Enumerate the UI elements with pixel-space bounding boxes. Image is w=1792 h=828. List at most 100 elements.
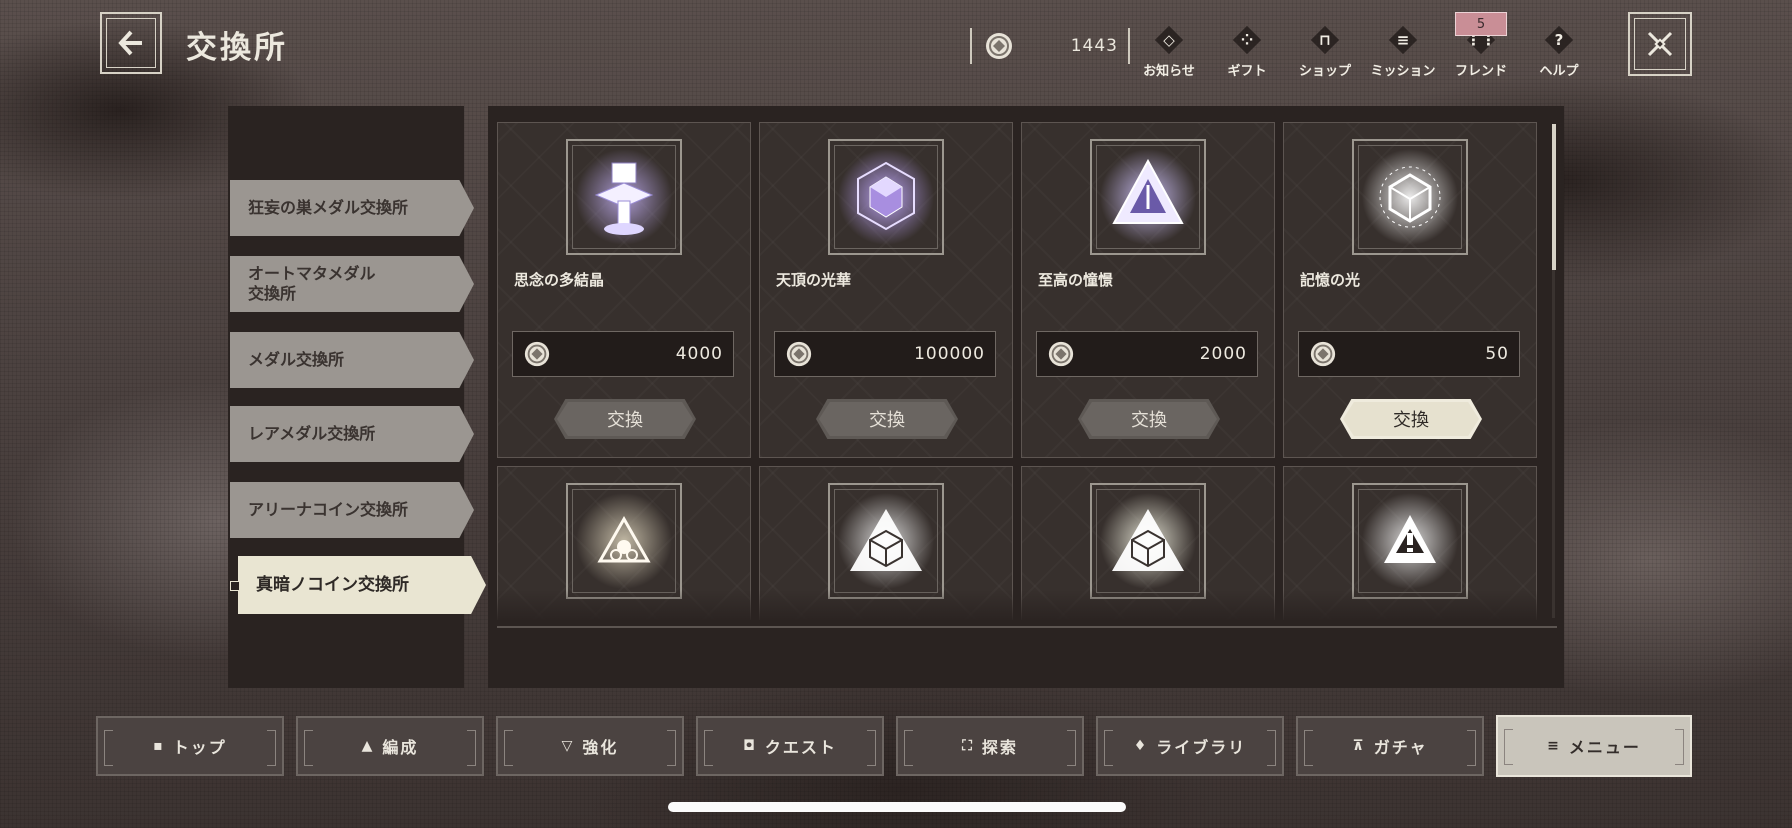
coin-icon (786, 341, 812, 367)
shop-tab-5[interactable]: アリーナコイン交換所 (230, 482, 474, 538)
shop-tab-label: 狂妄の巣メダル交換所 (248, 198, 409, 217)
nav-label: ガチャ (1373, 738, 1428, 757)
nav-formation-button[interactable]: ▲ 編成 (296, 716, 484, 776)
menu-mission-label: ミッション (1370, 64, 1436, 79)
back-button[interactable] (100, 12, 162, 74)
close-icon (1647, 31, 1673, 57)
menu-gift-label: ギフト (1227, 64, 1267, 79)
shop-tab-2[interactable]: オートマタメダル 交換所 (230, 256, 474, 312)
page-title: 交換所 (186, 30, 288, 66)
item-price: 4000 (512, 331, 734, 377)
item-name: 天頂の光華 (776, 271, 852, 289)
exchange-button[interactable]: 交換 (554, 399, 696, 439)
exchange-label: 交換 (607, 410, 643, 431)
shop-tab-1[interactable]: 狂妄の巣メダル交換所 (230, 180, 474, 236)
item-price: 100000 (774, 331, 996, 377)
exchange-label: 交換 (869, 410, 905, 431)
item-price: 50 (1298, 331, 1520, 377)
bottom-navigation: ▪ トップ ▲ 編成 ▽ 強化 ◘ クエスト ⛶ 探索 ♦ ライブラリ ⊼ ガチャ ≡ メニュー (96, 715, 1698, 777)
menu-shop-button[interactable]: ⊓ ショップ (1286, 26, 1364, 79)
back-arrow-icon (118, 30, 142, 56)
nav-top-button[interactable]: ▪ トップ (96, 716, 284, 776)
menu-help-label: ヘルプ (1539, 64, 1579, 79)
quest-icon: ◘ (743, 738, 757, 754)
shop-tab-3[interactable]: メダル交換所 (230, 332, 474, 388)
item-card[interactable]: 思念の多結晶 4000 交換 (497, 122, 751, 458)
item-thumbnail (1352, 139, 1468, 255)
shop-tab-4[interactable]: レアメダル交換所 (230, 406, 474, 462)
item-thumbnail (1090, 139, 1206, 255)
exchange-label: 交換 (1393, 410, 1429, 431)
nav-label: 編成 (382, 738, 419, 757)
triangle-cube-icon (838, 493, 934, 589)
nav-library-button[interactable]: ♦ ライブラリ (1096, 716, 1284, 776)
home-indicator[interactable] (668, 802, 1126, 812)
item-card[interactable]: 至高の憧憬 2000 交換 (1021, 122, 1275, 458)
gift-icon: ⁘ (1233, 26, 1261, 54)
menu-news-label: お知らせ (1143, 64, 1195, 79)
cube-crystal-icon (838, 149, 934, 245)
price-value: 50 (1485, 344, 1509, 364)
active-tab-marker (230, 581, 240, 591)
formation-icon: ▲ (361, 738, 375, 754)
exchange-label: 交換 (1131, 410, 1167, 431)
header-menu: ◇ お知らせ ⁘ ギフト ⊓ ショップ ≡ ミッション ⋮⋮ フレンド 5? ヘルプ (1130, 12, 1598, 79)
nav-label: メニュー (1568, 738, 1641, 757)
shop-icon: ⊓ (1311, 26, 1339, 54)
price-value: 2000 (1199, 344, 1247, 364)
currency-amount: 1443 (1070, 36, 1118, 56)
menu-mission-button[interactable]: ≡ ミッション (1364, 26, 1442, 79)
shop-tab-label: アリーナコイン交換所 (248, 500, 409, 519)
price-value: 100000 (914, 344, 985, 364)
item-thumbnail (566, 139, 682, 255)
coin-icon (524, 341, 550, 367)
nav-label: トップ (172, 738, 227, 757)
menu-shop-label: ショップ (1298, 64, 1351, 79)
nav-enhance-button[interactable]: ▽ 強化 (496, 716, 684, 776)
item-name: 思念の多結晶 (514, 271, 605, 289)
item-card[interactable]: 天頂の光華 100000 交換 (759, 122, 1013, 458)
grid-divider (497, 626, 1557, 628)
menu-friend-label: フレンド (1454, 64, 1507, 79)
home-icon: ▪ (153, 738, 165, 754)
triangle-core-icon (576, 493, 672, 589)
scrollbar-thumb[interactable] (1552, 124, 1556, 270)
item-thumbnail (1090, 483, 1206, 599)
item-price: 2000 (1036, 331, 1258, 377)
item-name: 至高の憧憬 (1038, 271, 1114, 289)
nav-quest-button[interactable]: ◘ クエスト (696, 716, 884, 776)
triangle-cube-large-icon (1100, 493, 1196, 589)
menu-news-button[interactable]: ◇ お知らせ (1130, 26, 1208, 79)
item-name: 記憶の光 (1300, 271, 1361, 289)
menu-icon: ≡ (1547, 738, 1561, 754)
exchange-button[interactable]: 交換 (1078, 399, 1220, 439)
nav-menu-button[interactable]: ≡ メニュー (1496, 715, 1692, 777)
exchange-button[interactable]: 交換 (1340, 399, 1482, 439)
nav-gacha-button[interactable]: ⊼ ガチャ (1296, 716, 1484, 776)
shop-tab-label: メダル交換所 (248, 350, 345, 369)
menu-friend-button[interactable]: ⋮⋮ フレンド 5 (1442, 12, 1520, 79)
menu-help-button[interactable]: ? ヘルプ (1520, 26, 1598, 79)
item-grid[interactable]: 思念の多結晶 4000 交換 天頂の光華 100000 交換 至高の憧憬 2000 交換 記憶の光… (497, 120, 1545, 620)
shop-tab-label: 真暗ノコイン交換所 (256, 575, 409, 595)
grid-fade (497, 590, 1547, 626)
item-thumbnail (566, 483, 682, 599)
nav-label: 探索 (981, 738, 1018, 757)
coin-icon (1310, 341, 1336, 367)
item-thumbnail (828, 139, 944, 255)
coin-icon (986, 33, 1012, 59)
close-menu-button[interactable] (1628, 12, 1692, 76)
coin-icon (1048, 341, 1074, 367)
enhance-icon: ▽ (561, 738, 575, 754)
nav-explore-button[interactable]: ⛶ 探索 (896, 716, 1084, 776)
triangle-alert-icon (1362, 493, 1458, 589)
shop-tab-6[interactable]: 真暗ノコイン交換所 (238, 556, 486, 614)
currency-display: 1443 (970, 28, 1130, 64)
shop-tab-label: レアメダル交換所 (248, 424, 376, 443)
item-thumbnail (828, 483, 944, 599)
explore-icon: ⛶ (962, 738, 974, 754)
menu-gift-button[interactable]: ⁘ ギフト (1208, 26, 1286, 79)
item-card[interactable]: 記憶の光 50 交換 (1283, 122, 1537, 458)
exchange-button[interactable]: 交換 (816, 399, 958, 439)
triangle-crystal-icon (1100, 149, 1196, 245)
